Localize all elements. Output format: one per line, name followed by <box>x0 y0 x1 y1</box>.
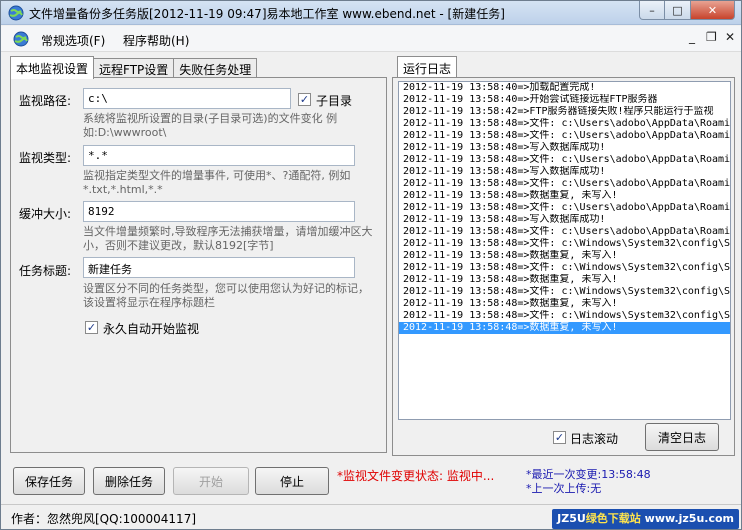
path-label: 监视路径: <box>19 94 72 108</box>
clear-log-button[interactable]: 清空日志 <box>645 423 719 451</box>
buffer-input[interactable]: 8192 <box>83 201 355 222</box>
log-line[interactable]: 2012-11-19 13:58:48=>数据重复, 未写入! <box>399 322 730 334</box>
watermark-badge: JZ5U绿色下载站 www.jz5u.com <box>552 509 739 529</box>
local-monitor-panel: 监视路径: c:\ ✓ 子目录 系统将监视所设置的目录(子目录可选)的文件变化 … <box>10 77 387 453</box>
start-button[interactable]: 开始 <box>173 467 249 495</box>
log-scroll-checkbox[interactable]: ✓ <box>553 431 566 444</box>
tab-remote-ftp[interactable]: 远程FTP设置 <box>93 58 175 79</box>
autostart-label: 永久自动开始监视 <box>103 322 200 336</box>
delete-task-button[interactable]: 删除任务 <box>93 467 165 495</box>
minimize-button[interactable]: – <box>639 1 665 20</box>
subdir-checkbox[interactable]: ✓ <box>298 93 311 106</box>
log-line[interactable]: 2012-11-19 13:58:40=>加载配置完成! <box>399 82 730 94</box>
log-line[interactable]: 2012-11-19 13:58:48=>文件: c:\Users\adobo\… <box>399 226 730 238</box>
task-title-label: 任务标题: <box>19 264 72 278</box>
mdi-restore-button[interactable]: ❐ <box>706 30 717 44</box>
main-window: 文件增量备份多任务版[2012-11-19 09:47]易本地工作室 www.e… <box>0 0 742 530</box>
log-line[interactable]: 2012-11-19 13:58:48=>文件: c:\Users\adobo\… <box>399 154 730 166</box>
menu-bar: 常规选项(F) 程序帮助(H) _ ❐ ✕ <box>1 26 741 52</box>
log-list[interactable]: 2012-11-19 13:58:40=>加载配置完成! 2012-11-19 1… <box>398 81 731 420</box>
type-input[interactable]: *.* <box>83 145 355 166</box>
path-input[interactable]: c:\ <box>83 88 291 109</box>
subdir-label: 子目录 <box>316 94 353 108</box>
log-line[interactable]: 2012-11-19 13:58:48=>文件: c:\Users\adobo\… <box>399 202 730 214</box>
task-title-hint: 设置区分不同的任务类型，您可以使用您认为好记的标记，该设置将显示在程序标题栏 <box>83 282 369 309</box>
log-line[interactable]: 2012-11-19 13:58:48=>文件: c:\Users\adobo\… <box>399 178 730 190</box>
log-line[interactable]: 2012-11-19 13:58:48=>数据重复, 未写入! <box>399 274 730 286</box>
autostart-checkbox[interactable]: ✓ <box>85 321 98 334</box>
log-line[interactable]: 2012-11-19 13:58:48=>文件: c:\Windows\Syst… <box>399 310 730 322</box>
log-line[interactable]: 2012-11-19 13:58:48=>写入数据库成功! <box>399 142 730 154</box>
type-hint: 监视指定类型文件的增量事件, 可使用*、?通配符, 例如*.txt,*.html… <box>83 169 351 196</box>
watermark-url: www.jz5u.com <box>644 512 734 525</box>
status-bar: 作者：忽然兜风[QQ:100004117] JZ5U绿色下载站 www.jz5u… <box>1 504 741 529</box>
last-upload-status: *上一次上传:无 <box>526 482 602 495</box>
title-bar[interactable]: 文件增量备份多任务版[2012-11-19 09:47]易本地工作室 www.e… <box>1 1 741 25</box>
maximize-button[interactable]: □ <box>665 1 691 20</box>
settings-tabs: 本地监视设置 远程FTP设置 失败任务处理 <box>10 56 258 79</box>
buffer-label: 缓冲大小: <box>19 207 72 221</box>
path-hint: 系统将监视所设置的目录(子目录可选)的文件变化 例如:D:\wwwroot\ <box>83 112 338 139</box>
log-scroll-label: 日志滚动 <box>570 432 619 446</box>
watermark-tagline: 绿色下载站 <box>585 512 641 525</box>
menu-program-help[interactable]: 程序帮助(H) <box>123 32 189 49</box>
log-line[interactable]: 2012-11-19 13:58:48=>文件: c:\Users\adobo\… <box>399 118 730 130</box>
buffer-hint: 当文件增量频繁时,导致程序无法捕获增量，请增加缓冲区大小，否则不建议更改，默认8… <box>83 225 373 252</box>
tab-run-log[interactable]: 运行日志 <box>397 56 458 78</box>
log-line[interactable]: 2012-11-19 13:58:40=>开始尝试链接远程FTP服务器 <box>399 94 730 106</box>
mdi-close-button[interactable]: ✕ <box>725 30 735 44</box>
log-line[interactable]: 2012-11-19 13:58:48=>写入数据库成功! <box>399 214 730 226</box>
menu-general-options[interactable]: 常规选项(F) <box>41 32 105 49</box>
log-line[interactable]: 2012-11-19 13:58:48=>数据重复, 未写入! <box>399 190 730 202</box>
log-line[interactable]: 2012-11-19 13:58:48=>文件: c:\Windows\Syst… <box>399 286 730 298</box>
app-globe-icon <box>8 5 24 21</box>
save-task-button[interactable]: 保存任务 <box>13 467 85 495</box>
log-line[interactable]: 2012-11-19 13:58:48=>文件: c:\Windows\Syst… <box>399 238 730 250</box>
watermark-site: JZ5U <box>557 512 586 525</box>
mdi-minimize-button[interactable]: _ <box>689 30 695 44</box>
tab-failed-tasks[interactable]: 失败任务处理 <box>173 58 258 79</box>
log-line[interactable]: 2012-11-19 13:58:48=>文件: c:\Windows\Syst… <box>399 262 730 274</box>
type-label: 监视类型: <box>19 151 72 165</box>
task-title-input[interactable]: 新建任务 <box>83 257 355 278</box>
log-line[interactable]: 2012-11-19 13:58:48=>数据重复, 未写入! <box>399 250 730 262</box>
window-title: 文件增量备份多任务版[2012-11-19 09:47]易本地工作室 www.e… <box>29 7 505 21</box>
mdi-child-icon[interactable] <box>13 31 29 47</box>
stop-button[interactable]: 停止 <box>255 467 329 495</box>
author-info: 作者：忽然兜风[QQ:100004117] <box>11 512 197 526</box>
log-line[interactable]: 2012-11-19 13:58:48=>数据重复, 未写入! <box>399 298 730 310</box>
tab-local-monitor[interactable]: 本地监视设置 <box>10 56 95 79</box>
log-line[interactable]: 2012-11-19 13:58:42=>FTP服务器链接失败!程序只能运行于监… <box>399 106 730 118</box>
log-line[interactable]: 2012-11-19 13:58:48=>文件: c:\Users\adobo\… <box>399 130 730 142</box>
log-panel: 2012-11-19 13:58:40=>加载配置完成! 2012-11-19 1… <box>392 77 735 456</box>
monitor-status: *监视文件变更状态: 监视中... <box>337 469 495 483</box>
close-button[interactable]: ✕ <box>691 1 735 20</box>
log-line[interactable]: 2012-11-19 13:58:48=>写入数据库成功! <box>399 166 730 178</box>
